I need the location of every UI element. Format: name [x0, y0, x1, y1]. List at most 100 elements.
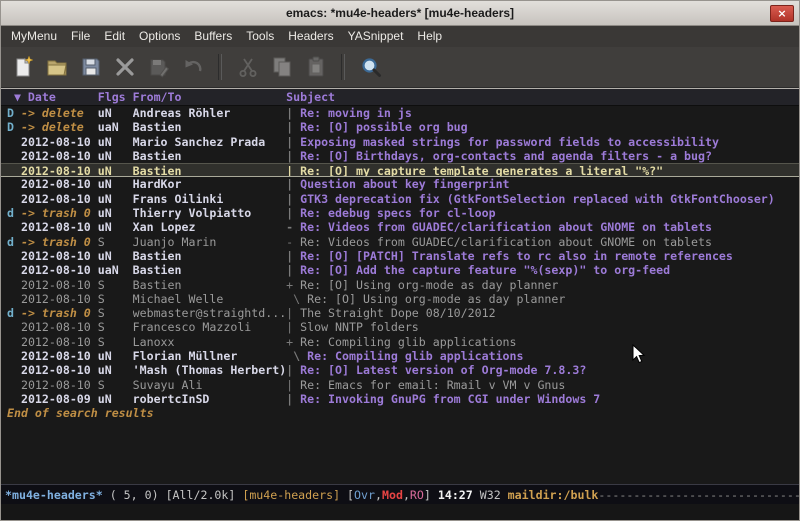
message-row[interactable]: d -> trash 0 S webmaster@straightd... | … [1, 306, 799, 320]
row-subject: Re: edebug specs for cl-loop [300, 206, 799, 220]
mark-char: d [7, 206, 14, 220]
row-from: Florian Müllner [133, 349, 287, 363]
row-thread-char: | [286, 378, 293, 392]
modeline-ovr-flag: Ovr [354, 488, 375, 502]
modeline-count: [All/2.0k] [166, 488, 243, 502]
message-row[interactable]: 2012-08-10 S Bastien + Re: [O] Using org… [1, 278, 799, 292]
message-row[interactable]: D -> delete uN Andreas Röhler | Re: movi… [1, 106, 799, 120]
menu-options[interactable]: Options [132, 26, 187, 47]
modeline-comma-2: , [403, 488, 410, 502]
row-flags: uN [98, 220, 133, 234]
titlebar[interactable]: emacs: *mu4e-headers* [mu4e-headers] × [1, 1, 799, 26]
message-row[interactable]: 2012-08-10 uN Bastien | Re: [O] my captu… [1, 163, 799, 177]
modeline-mod-flag: Mod [382, 488, 403, 502]
row-subject: The Straight Dope 08/10/2012 [300, 306, 799, 320]
row-from: Bastien [133, 278, 287, 292]
message-row[interactable]: 2012-08-10 uN Xan Lopez - Re: Videos fro… [1, 220, 799, 234]
message-row[interactable]: 2012-08-10 uN Florian Müllner \ Re: Comp… [1, 349, 799, 363]
message-row[interactable]: d -> trash 0 S Juanjo Marin - Re: Videos… [1, 235, 799, 249]
message-row[interactable]: 2012-08-10 S Lanoxx + Re: Compiling glib… [1, 335, 799, 349]
menu-headers[interactable]: Headers [281, 26, 340, 47]
kill-buffer-icon[interactable] [109, 52, 140, 83]
mark-char: D [7, 106, 14, 120]
message-row[interactable]: 2012-08-10 uN Bastien | Re: [O] Birthday… [1, 149, 799, 163]
copy-icon[interactable] [266, 52, 297, 83]
column-header-date[interactable]: ▼ Date [7, 90, 98, 104]
menu-tools[interactable]: Tools [239, 26, 281, 47]
row-thread-char: \ [286, 292, 300, 306]
menu-yasnippet[interactable]: YASnippet [341, 26, 411, 47]
modeline-comma-1: , [375, 488, 382, 502]
row-flags: uN [98, 149, 133, 163]
row-from: Mario Sanchez Prada [133, 135, 287, 149]
paste-icon[interactable] [300, 52, 331, 83]
row-date-cell: 2012-08-10 [7, 164, 98, 176]
row-date-cell: 2012-08-10 [7, 263, 98, 277]
message-row[interactable]: 2012-08-10 uN Mario Sanchez Prada | Expo… [1, 135, 799, 149]
toolbar [1, 47, 799, 88]
save-buffer-icon[interactable] [75, 52, 106, 83]
menu-file[interactable]: File [64, 26, 97, 47]
message-row[interactable]: D -> delete uaN Bastien | Re: [O] possib… [1, 120, 799, 134]
new-file-icon[interactable] [7, 52, 38, 83]
row-flags: uN [98, 177, 133, 191]
row-thread-char: | [286, 120, 293, 134]
cut-icon[interactable] [232, 52, 263, 83]
undo-icon[interactable] [177, 52, 208, 83]
row-flags: uN [98, 349, 133, 363]
row-from: Lanoxx [133, 335, 287, 349]
menu-buffers[interactable]: Buffers [187, 26, 239, 47]
menu-mymenu[interactable]: MyMenu [4, 26, 64, 47]
message-row[interactable]: 2012-08-09 uN robertcInSD | Re: Invoking… [1, 392, 799, 406]
row-from: Bastien [133, 120, 287, 134]
message-list: D -> delete uN Andreas Röhler | Re: movi… [1, 106, 799, 406]
close-button[interactable]: × [770, 5, 794, 22]
row-flags: uN [98, 206, 133, 220]
menu-help[interactable]: Help [410, 26, 449, 47]
message-row[interactable]: d -> trash 0 uN Thierry Volpiatto | Re: … [1, 206, 799, 220]
row-subject: Re: [O] Using org-mode as day planner [300, 278, 799, 292]
row-subject: Re: [O] [PATCH] Translate refs to rc als… [300, 249, 799, 263]
message-row[interactable]: 2012-08-10 uN HardKor | Question about k… [1, 177, 799, 191]
column-header-flags[interactable]: Flgs [98, 90, 133, 104]
column-header-from[interactable]: From/To [133, 90, 287, 104]
close-icon: × [777, 8, 786, 19]
row-subject: Re: Videos from GUADEC/clarification abo… [300, 235, 799, 249]
row-thread-char: | [286, 177, 293, 191]
modeline-position: ( 5, 0) [103, 488, 166, 502]
row-subject: Question about key fingerprint [300, 177, 799, 191]
row-flags: S [98, 306, 133, 320]
row-from: HardKor [133, 177, 287, 191]
row-flags: uaN [98, 120, 133, 134]
search-icon[interactable] [355, 52, 386, 83]
row-thread-char: | [286, 206, 293, 220]
column-header-subject[interactable]: Subject [286, 90, 335, 104]
toolbar-separator [341, 54, 345, 80]
row-subject: Re: Compiling glib applications [307, 349, 799, 363]
row-from: Francesco Mazzoli [133, 320, 287, 334]
message-row[interactable]: 2012-08-10 S Francesco Mazzoli | Slow NN… [1, 320, 799, 334]
row-thread-char: + [286, 335, 293, 349]
row-flags: S [98, 335, 133, 349]
message-row[interactable]: 2012-08-10 uN Bastien | Re: [O] [PATCH] … [1, 249, 799, 263]
row-date-cell: D -> delete [7, 120, 98, 134]
row-date-cell: 2012-08-10 [7, 363, 98, 377]
row-thread-char: | [286, 149, 293, 163]
message-row[interactable]: 2012-08-10 uaN Bastien | Re: [O] Add the… [1, 263, 799, 277]
message-row[interactable]: 2012-08-10 S Michael Welle \ Re: [O] Usi… [1, 292, 799, 306]
open-file-icon[interactable] [41, 52, 72, 83]
row-flags: S [98, 378, 133, 392]
menu-edit[interactable]: Edit [97, 26, 132, 47]
save-as-icon[interactable] [143, 52, 174, 83]
row-subject: Re: Videos from GUADEC/clarification abo… [300, 220, 799, 234]
row-date-cell: D -> delete [7, 106, 98, 120]
row-date-cell: 2012-08-10 [7, 320, 98, 334]
row-from: Bastien [133, 149, 287, 163]
row-thread-char: | [286, 263, 293, 277]
message-row[interactable]: 2012-08-10 S Suvayu Ali | Re: Emacs for … [1, 378, 799, 392]
message-row[interactable]: 2012-08-10 uN Frans Oilinki | GTK3 depre… [1, 192, 799, 206]
row-flags: uN [98, 392, 133, 406]
minibuffer[interactable] [1, 504, 799, 520]
message-row[interactable]: 2012-08-10 uN 'Mash (Thomas Herbert) | R… [1, 363, 799, 377]
mark-target: -> trash 0 [14, 306, 91, 320]
